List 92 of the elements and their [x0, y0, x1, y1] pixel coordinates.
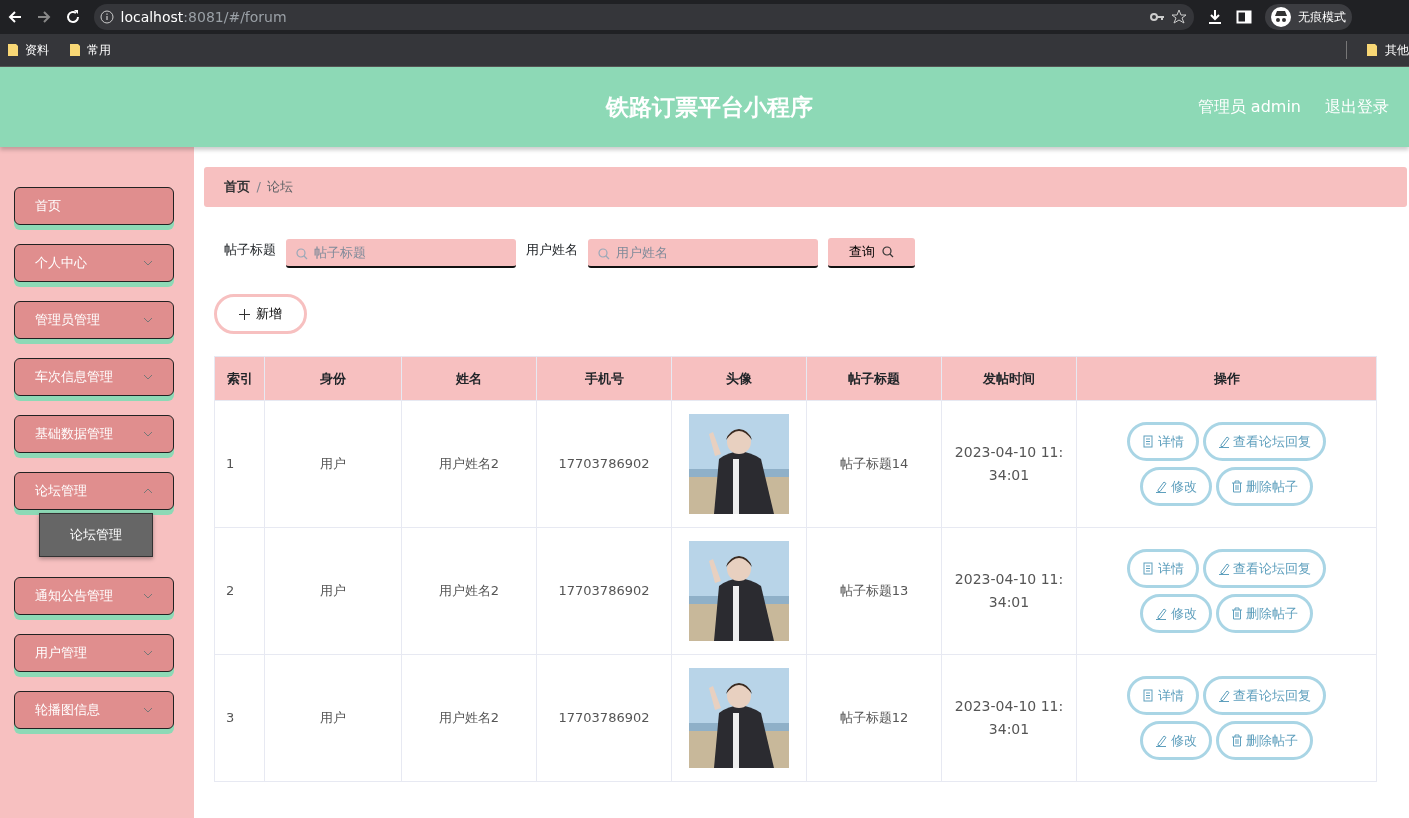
- chevron-icon: [143, 317, 153, 323]
- trash-icon: [1230, 734, 1243, 747]
- action-button[interactable]: 修改: [1140, 721, 1212, 760]
- trash-icon: [1230, 607, 1243, 620]
- pencil-icon: [1217, 562, 1230, 575]
- profile-button[interactable]: 无痕模式: [1264, 4, 1352, 30]
- sidebar-icon[interactable]: [1235, 9, 1252, 25]
- add-button[interactable]: 新增: [214, 294, 307, 334]
- back-icon[interactable]: [6, 9, 23, 25]
- chevron-icon: [143, 707, 153, 713]
- action-button[interactable]: 删除帖子: [1215, 594, 1313, 633]
- field-label: 用户姓名: [526, 241, 578, 260]
- query-button[interactable]: 查询: [828, 238, 915, 268]
- table-cell-text: 2: [225, 582, 236, 601]
- column-header: 帖子标题: [806, 356, 942, 401]
- action-button[interactable]: 查看论坛回复: [1202, 549, 1326, 588]
- bookmark[interactable]: 资料: [6, 41, 49, 59]
- folder-icon: [68, 43, 81, 57]
- folder-icon: [6, 43, 19, 57]
- column-header: 发帖时间: [941, 356, 1077, 401]
- forward-icon[interactable]: [35, 9, 52, 25]
- action-button[interactable]: 详情: [1127, 676, 1199, 715]
- table-cell: 用户姓名2: [438, 710, 500, 726]
- search-icon: [598, 247, 610, 260]
- table-cell-text: 3: [225, 709, 236, 728]
- chevron-icon: [143, 593, 153, 599]
- document-icon: [1142, 562, 1155, 575]
- table-cell-text: 2023-04-10 11:34:01: [953, 697, 1065, 739]
- column-header: 姓名: [401, 356, 537, 401]
- document-icon: [1142, 435, 1155, 448]
- action-button[interactable]: 修改: [1140, 467, 1212, 506]
- table-cell: 17703786902: [558, 456, 650, 472]
- column-header: 手机号: [536, 356, 672, 401]
- column-header: 头像: [671, 356, 807, 401]
- chevron-icon: [143, 431, 153, 437]
- plus-icon: [238, 308, 250, 320]
- breadcrumb-item: 论坛: [267, 178, 294, 197]
- bookmark[interactable]: 常用: [68, 41, 111, 59]
- breadcrumb-separator: /: [256, 178, 261, 197]
- download-icon[interactable]: [1206, 9, 1223, 25]
- column-header: 身份: [264, 356, 402, 401]
- url-text: localhost:8081/#/forum: [120, 7, 287, 27]
- reload-icon[interactable]: [64, 9, 81, 25]
- table-cell: 用户: [320, 710, 346, 726]
- chevron-icon: [143, 260, 153, 266]
- table-cell-text: 2023-04-10 11:34:01: [953, 570, 1065, 612]
- table-cell: 帖子标题14: [839, 456, 909, 472]
- star-icon[interactable]: [1171, 9, 1187, 25]
- table-cell: 用户姓名2: [438, 583, 500, 599]
- table-cell: 17703786902: [558, 710, 650, 726]
- logout-link[interactable]: 退出登录: [1325, 95, 1389, 119]
- action-button[interactable]: 详情: [1127, 549, 1199, 588]
- pencil-icon: [1217, 435, 1230, 448]
- pencil-icon: [1155, 480, 1168, 493]
- search-field[interactable]: 用户姓名: [588, 238, 818, 268]
- table-cell-text: 1: [225, 455, 236, 474]
- info-icon: [100, 10, 114, 24]
- incognito-icon: [1271, 7, 1291, 27]
- search-icon: [881, 246, 894, 258]
- bookmark[interactable]: 其他: [1366, 41, 1409, 59]
- chevron-icon: [143, 488, 153, 494]
- table-cell: 帖子标题12: [839, 710, 909, 726]
- table-cell: 用户: [320, 583, 346, 599]
- chevron-icon: [143, 650, 153, 656]
- column-header: 索引: [214, 356, 265, 401]
- submenu-item[interactable]: 论坛管理: [39, 513, 153, 557]
- action-button[interactable]: 修改: [1140, 594, 1212, 633]
- pencil-icon: [1217, 689, 1230, 702]
- document-icon: [1142, 689, 1155, 702]
- address-bar[interactable]: localhost:8081/#/forum: [93, 4, 1194, 30]
- action-button[interactable]: 删除帖子: [1215, 721, 1313, 760]
- table-cell: 帖子标题13: [839, 583, 909, 599]
- column-header: 操作: [1076, 356, 1377, 401]
- action-button[interactable]: 删除帖子: [1215, 467, 1313, 506]
- pencil-icon: [1155, 607, 1168, 620]
- user-label: 管理员 admin: [1197, 96, 1301, 118]
- field-label: 帖子标题: [224, 241, 276, 260]
- app-title: 铁路订票平台小程序: [606, 92, 813, 122]
- chevron-icon: [143, 374, 153, 380]
- trash-icon: [1230, 480, 1243, 493]
- action-button[interactable]: 查看论坛回复: [1202, 422, 1326, 461]
- search-icon: [296, 247, 308, 260]
- table-cell: 17703786902: [558, 583, 650, 599]
- table-cell: 用户: [320, 456, 346, 472]
- folder-icon: [1366, 43, 1378, 57]
- table-cell-text: 2023-04-10 11:34:01: [953, 443, 1065, 485]
- action-button[interactable]: 查看论坛回复: [1202, 676, 1326, 715]
- table-cell: 用户姓名2: [438, 456, 500, 472]
- pencil-icon: [1155, 734, 1168, 747]
- breadcrumb-item[interactable]: 首页: [224, 177, 250, 197]
- action-button[interactable]: 详情: [1127, 422, 1199, 461]
- search-field[interactable]: 帖子标题: [286, 238, 516, 268]
